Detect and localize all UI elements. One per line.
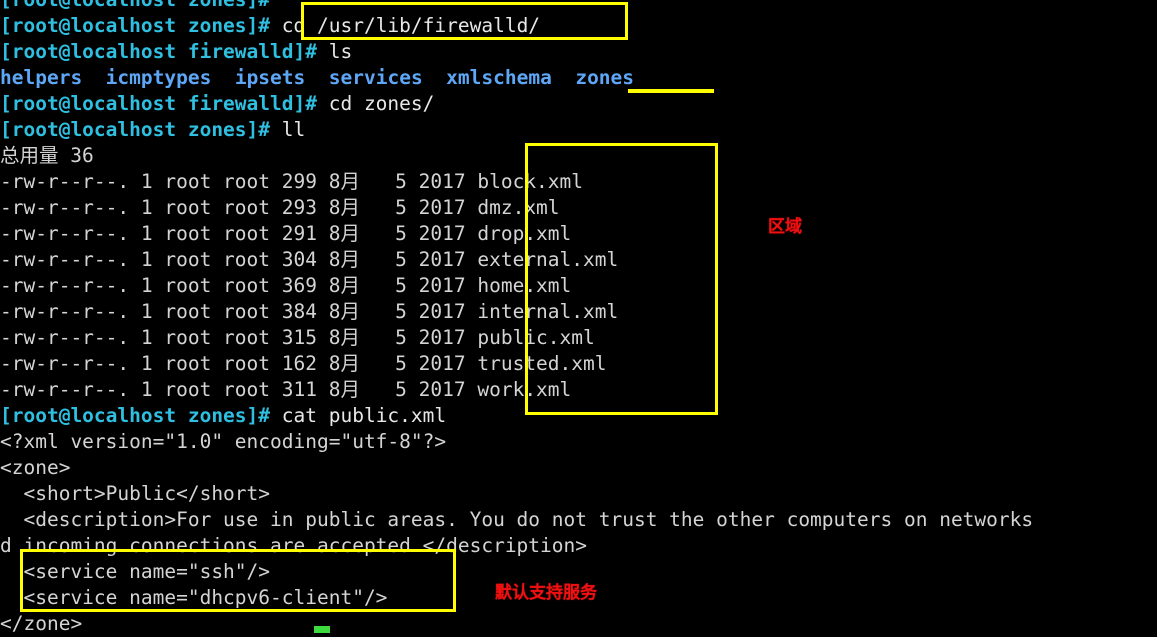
terminal-line: -rw-r--r--. 1 root root 315 8月 5 2017 pu…: [0, 325, 1157, 351]
terminal-text: -rw-r--r--. 1 root root 299 8月 5 2017 bl…: [0, 170, 584, 193]
terminal-text: <description>For use in public areas. Yo…: [0, 508, 1034, 531]
terminal-line: -rw-r--r--. 1 root root 384 8月 5 2017 in…: [0, 299, 1157, 325]
shell-command: ls: [316, 40, 353, 63]
terminal-text: <zone>: [0, 456, 71, 479]
shell-prompt: [root@localhost firewalld]#: [0, 40, 317, 63]
terminal-text: -rw-r--r--. 1 root root 304 8月 5 2017 ex…: [0, 248, 619, 271]
terminal-text: <service name="ssh"/>: [0, 560, 271, 583]
terminal-line: [root@localhost firewalld]# ls: [0, 39, 1157, 65]
terminal-text: </zone>: [0, 612, 83, 635]
terminal-line: -rw-r--r--. 1 root root 311 8月 5 2017 wo…: [0, 377, 1157, 403]
terminal-line: [root@localhost zones]# cat public.xml: [0, 403, 1157, 429]
terminal-line: [root@localhost zones]# cd /usr/lib/fire…: [0, 13, 1157, 39]
terminal-line: <?xml version="1.0" encoding="utf-8"?>: [0, 429, 1157, 455]
terminal-output[interactable]: [root@localhost zones]#[root@localhost z…: [0, 0, 1157, 637]
shell-command: ll: [270, 118, 306, 141]
shell-prompt: [root@localhost zones]#: [0, 14, 271, 37]
terminal-line: -rw-r--r--. 1 root root 299 8月 5 2017 bl…: [0, 169, 1157, 195]
terminal-line: </zone>: [0, 611, 1157, 637]
shell-prompt: [root@localhost firewalld]#: [0, 92, 317, 115]
terminal-line: [root@localhost zones]#: [0, 0, 1157, 13]
terminal-line: d incoming connections are accepted.</de…: [0, 533, 1157, 559]
terminal-line: <short>Public</short>: [0, 481, 1157, 507]
terminal-text: d incoming connections are accepted.</de…: [0, 534, 587, 557]
shell-command: cat public.xml: [270, 404, 447, 427]
terminal-text: <service name="dhcpv6-client"/>: [0, 586, 388, 609]
ls-directory-entry: helpers: [0, 66, 83, 89]
terminal-text: <?xml version="1.0" encoding="utf-8"?>: [0, 430, 447, 453]
terminal-text: 总用量 36: [0, 144, 94, 167]
ls-directory-entry: services: [328, 66, 423, 89]
terminal-line: 总用量 36: [0, 143, 1157, 169]
terminal-text: <short>Public</short>: [0, 482, 271, 505]
terminal-text: -rw-r--r--. 1 root root 162 8月 5 2017 tr…: [0, 352, 607, 375]
terminal-text: -rw-r--r--. 1 root root 384 8月 5 2017 in…: [0, 300, 619, 323]
terminal-line: -rw-r--r--. 1 root root 291 8月 5 2017 dr…: [0, 221, 1157, 247]
shell-prompt: [root@localhost zones]#: [0, 118, 271, 141]
terminal-text: -rw-r--r--. 1 root root 311 8月 5 2017 wo…: [0, 378, 572, 401]
ls-entry-gap: [423, 66, 446, 89]
terminal-text: -rw-r--r--. 1 root root 291 8月 5 2017 dr…: [0, 222, 572, 245]
terminal-text: -rw-r--r--. 1 root root 369 8月 5 2017 ho…: [0, 274, 572, 297]
terminal-line: -rw-r--r--. 1 root root 293 8月 5 2017 dm…: [0, 195, 1157, 221]
shell-command: cd /usr/lib/firewalld/: [270, 14, 541, 37]
terminal-line: -rw-r--r--. 1 root root 369 8月 5 2017 ho…: [0, 273, 1157, 299]
terminal-text: -rw-r--r--. 1 root root 315 8月 5 2017 pu…: [0, 326, 595, 349]
terminal-line: [root@localhost zones]# ll: [0, 117, 1157, 143]
ls-entry-gap: [305, 66, 328, 89]
shell-prompt: [root@localhost zones]#: [0, 404, 271, 427]
ls-entry-gap: [211, 66, 234, 89]
shell-command: cd zones/: [316, 92, 435, 115]
terminal-line: helpers icmptypes ipsets services xmlsch…: [0, 65, 1157, 91]
shell-prompt: [root@localhost zones]#: [0, 0, 270, 11]
ls-directory-entry: zones: [575, 66, 635, 89]
terminal-line: -rw-r--r--. 1 root root 162 8月 5 2017 tr…: [0, 351, 1157, 377]
terminal-line: -rw-r--r--. 1 root root 304 8月 5 2017 ex…: [0, 247, 1157, 273]
terminal-line: [root@localhost firewalld]# cd zones/: [0, 91, 1157, 117]
ls-directory-entry: xmlschema: [446, 66, 552, 89]
terminal-text: -rw-r--r--. 1 root root 293 8月 5 2017 dm…: [0, 196, 560, 219]
terminal-line: <zone>: [0, 455, 1157, 481]
terminal-line: <service name="dhcpv6-client"/>: [0, 585, 1157, 611]
terminal-line: <service name="ssh"/>: [0, 559, 1157, 585]
terminal-line: <description>For use in public areas. Yo…: [0, 507, 1157, 533]
ls-directory-entry: icmptypes: [105, 66, 212, 89]
ls-entry-gap: [82, 66, 105, 89]
ls-directory-entry: ipsets: [234, 66, 306, 89]
ls-entry-gap: [552, 66, 575, 89]
